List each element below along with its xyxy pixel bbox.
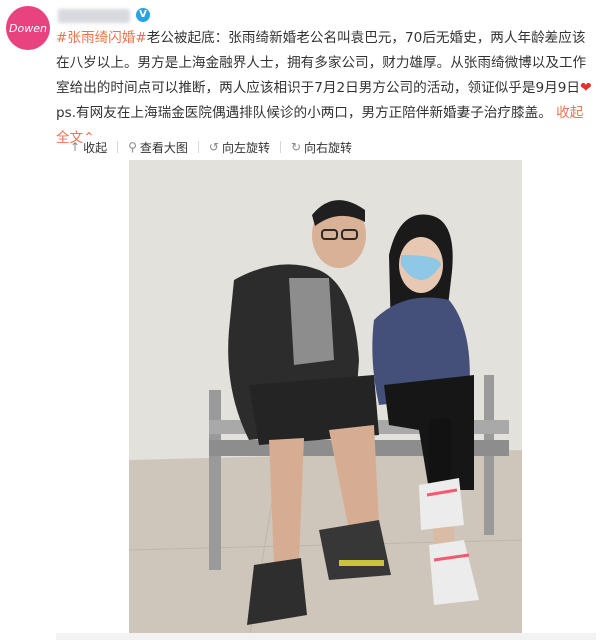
image-toolbar: ↑ 收起 ⚲ 查看大图 ↺ 向左旋转 ↻ 向右旋转 — [56, 135, 596, 159]
toolbar-divider — [197, 141, 199, 153]
view-large-image-label: 查看大图 — [139, 140, 188, 155]
collapse-image-button[interactable]: ↑ 收起 — [70, 139, 107, 156]
post-photo[interactable] — [129, 160, 522, 640]
arrow-up-icon: ↑ — [70, 140, 81, 154]
rotate-left-icon: ↺ — [208, 140, 219, 154]
feed-bottom-edge — [56, 633, 596, 640]
username-blurred[interactable] — [58, 9, 130, 23]
rotate-right-icon: ↻ — [290, 140, 302, 154]
rotate-left-label: 向左旋转 — [221, 140, 270, 155]
hashtag-link[interactable]: #张雨绮 — [56, 30, 108, 46]
heart-emoji-icon: ❤ — [579, 80, 592, 96]
rotate-right-button[interactable]: ↻ 向右旋转 — [291, 139, 352, 156]
avatar-text: Dowen — [9, 21, 47, 35]
toolbar-divider — [279, 141, 281, 153]
post-body-part2: ps.有网友在上海瑞金医院偶遇排队候诊的小两口，男方正陪伴新婚妻子治疗膝盖。 — [56, 105, 552, 121]
rotate-left-button[interactable]: ↺ 向左旋转 — [209, 139, 270, 156]
collapse-image-label: 收起 — [83, 140, 108, 155]
hashtag-link-2[interactable]: 闪婚# — [108, 30, 147, 46]
verified-badge-icon: V — [136, 8, 150, 22]
avatar[interactable]: Dowen — [6, 6, 50, 50]
toolbar-divider — [117, 141, 119, 153]
post-photo-illustration — [129, 160, 522, 640]
search-icon: ⚲ — [128, 140, 137, 154]
view-large-image-button[interactable]: ⚲ 查看大图 — [128, 139, 188, 156]
post-text: #张雨绮闪婚#老公被起底：张雨绮新婚老公名叫袁巴元，70后无婚史，两人年龄差应该… — [56, 26, 596, 151]
rotate-right-label: 向右旋转 — [304, 140, 353, 155]
